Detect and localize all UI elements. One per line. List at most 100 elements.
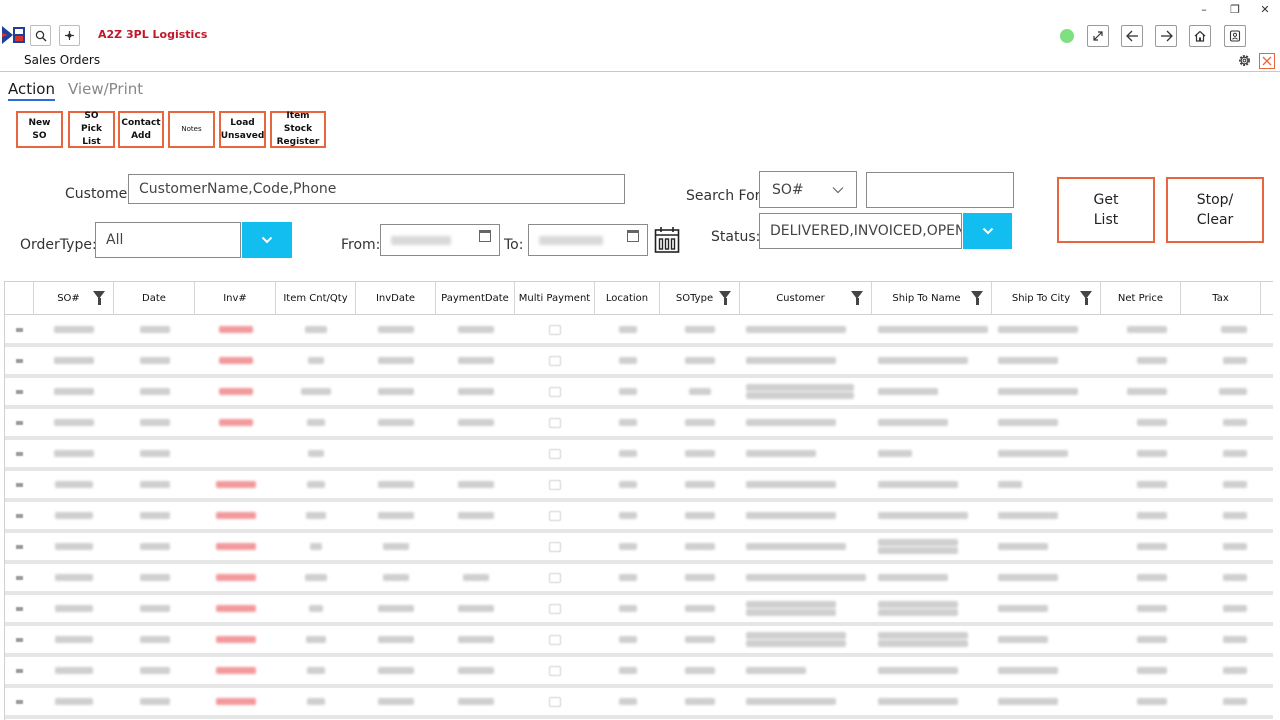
redacted-value — [1223, 481, 1247, 488]
table-row[interactable] — [5, 595, 1273, 626]
filter-icon[interactable] — [971, 291, 983, 305]
redacted-value — [309, 605, 323, 612]
status-dropdown-button[interactable] — [963, 213, 1012, 249]
tab-action[interactable]: Action — [8, 80, 55, 101]
search-button[interactable] — [30, 25, 51, 46]
multi-payment-checkbox[interactable] — [549, 603, 561, 614]
multi-payment-checkbox[interactable] — [549, 696, 561, 707]
redacted-value — [1137, 512, 1167, 519]
multi-payment-checkbox[interactable] — [549, 479, 561, 490]
redacted-value — [139, 450, 170, 457]
restore-button[interactable]: ❐ — [1228, 3, 1242, 16]
table-row[interactable] — [5, 316, 1273, 347]
multi-payment-checkbox[interactable] — [549, 386, 561, 397]
multi-payment-checkbox[interactable] — [549, 541, 561, 552]
profile-button[interactable] — [1224, 25, 1246, 47]
row-marker-icon — [16, 482, 23, 487]
redacted-value — [301, 388, 331, 395]
redacted-value — [618, 481, 637, 488]
from-date-input[interactable] — [380, 224, 500, 256]
table-row[interactable] — [5, 471, 1273, 502]
table-row[interactable] — [5, 409, 1273, 440]
cell-multi-payment — [515, 502, 595, 529]
column-header-inv[interactable]: Inv# — [195, 282, 276, 315]
column-header-net-price[interactable]: Net Price — [1101, 282, 1181, 315]
order-type-dropdown-button[interactable] — [242, 222, 292, 258]
tab-view-print[interactable]: View/Print — [68, 80, 143, 98]
search-for-input[interactable] — [866, 172, 1014, 208]
home-icon — [1194, 30, 1206, 42]
table-row[interactable] — [5, 688, 1273, 719]
redacted-value — [378, 326, 414, 333]
expand-button[interactable] — [1087, 25, 1109, 47]
move-button[interactable] — [59, 25, 80, 46]
row-selector — [5, 595, 34, 622]
column-header-multi-payment[interactable]: Multi Payment — [515, 282, 595, 315]
so-pick-list-button[interactable]: SO Pick List — [68, 111, 115, 148]
redacted-value — [305, 326, 327, 333]
column-header-tax[interactable]: Tax — [1181, 282, 1261, 315]
get-list-button[interactable]: Get List — [1057, 177, 1155, 243]
home-button[interactable] — [1189, 25, 1211, 47]
cell-paymentdate — [436, 471, 515, 498]
redacted-value — [998, 419, 1058, 426]
redacted-value — [878, 419, 948, 426]
multi-payment-checkbox[interactable] — [549, 510, 561, 521]
forward-button[interactable] — [1155, 25, 1177, 47]
table-row[interactable] — [5, 378, 1273, 409]
column-header-ship-to-name[interactable]: Ship To Name — [872, 282, 992, 315]
item-stock-register-button[interactable]: Item Stock Register — [270, 111, 326, 148]
date-range-calendar-icon[interactable] — [654, 226, 680, 254]
order-type-select[interactable]: All — [95, 222, 241, 258]
column-header-date[interactable]: Date — [114, 282, 195, 315]
column-header-location[interactable]: Location — [595, 282, 660, 315]
column-header-sotype[interactable]: SOType — [660, 282, 740, 315]
table-row[interactable] — [5, 502, 1273, 533]
column-header-ship-to-city[interactable]: Ship To City — [992, 282, 1101, 315]
table-row[interactable] — [5, 347, 1273, 378]
multi-payment-checkbox[interactable] — [549, 355, 561, 366]
cell-date — [114, 409, 195, 436]
close-page-button[interactable] — [1259, 53, 1275, 69]
column-header-so[interactable]: SO# — [34, 282, 114, 315]
notes-button[interactable]: Notes — [168, 111, 215, 148]
column-header-invdate[interactable]: InvDate — [356, 282, 436, 315]
multi-payment-checkbox[interactable] — [549, 572, 561, 583]
gear-icon[interactable] — [1237, 53, 1252, 68]
minimize-button[interactable]: – — [1197, 3, 1211, 16]
column-header-item-cnt-qty[interactable]: Item Cnt/Qty — [276, 282, 356, 315]
filter-icon[interactable] — [719, 291, 731, 305]
back-button[interactable] — [1121, 25, 1143, 47]
contact-add-button[interactable]: Contact Add — [118, 111, 164, 148]
table-row[interactable] — [5, 657, 1273, 688]
cell-tax — [1181, 347, 1261, 374]
table-row[interactable] — [5, 440, 1273, 471]
cell-net-price — [1101, 657, 1181, 684]
sales-orders-grid[interactable]: SO# Date Inv# Item Cnt/Qty InvDate PaymentDat… — [4, 281, 1273, 720]
multi-payment-checkbox[interactable] — [549, 448, 561, 459]
table-row[interactable] — [5, 533, 1273, 564]
customer-input[interactable]: CustomerName,Code,Phone — [128, 174, 625, 204]
column-header-customer[interactable]: Customer — [740, 282, 872, 315]
load-unsaved-button[interactable]: Load Unsaved — [219, 111, 266, 148]
table-row[interactable] — [5, 564, 1273, 595]
window-close-button[interactable]: ✕ — [1258, 3, 1272, 16]
filter-icon[interactable] — [1080, 291, 1092, 305]
multi-payment-checkbox[interactable] — [549, 417, 561, 428]
filter-icon[interactable] — [851, 291, 863, 305]
multi-payment-checkbox[interactable] — [549, 324, 561, 335]
to-date-input[interactable] — [528, 224, 648, 256]
redacted-value — [1137, 450, 1167, 457]
cell-ship-to-city — [992, 657, 1101, 684]
search-for-select[interactable]: SO# — [759, 171, 857, 208]
redacted-value — [55, 605, 93, 612]
multi-payment-checkbox[interactable] — [549, 634, 561, 645]
table-row[interactable] — [5, 626, 1273, 657]
stop-clear-button[interactable]: Stop/ Clear — [1166, 177, 1264, 243]
filter-icon[interactable] — [93, 291, 105, 305]
status-select[interactable]: DELIVERED,INVOICED,OPEN, — [759, 213, 962, 249]
column-header-paymentdate[interactable]: PaymentDate — [436, 282, 515, 315]
redacted-value — [378, 419, 414, 426]
multi-payment-checkbox[interactable] — [549, 665, 561, 676]
new-so-button[interactable]: New SO — [16, 111, 63, 148]
